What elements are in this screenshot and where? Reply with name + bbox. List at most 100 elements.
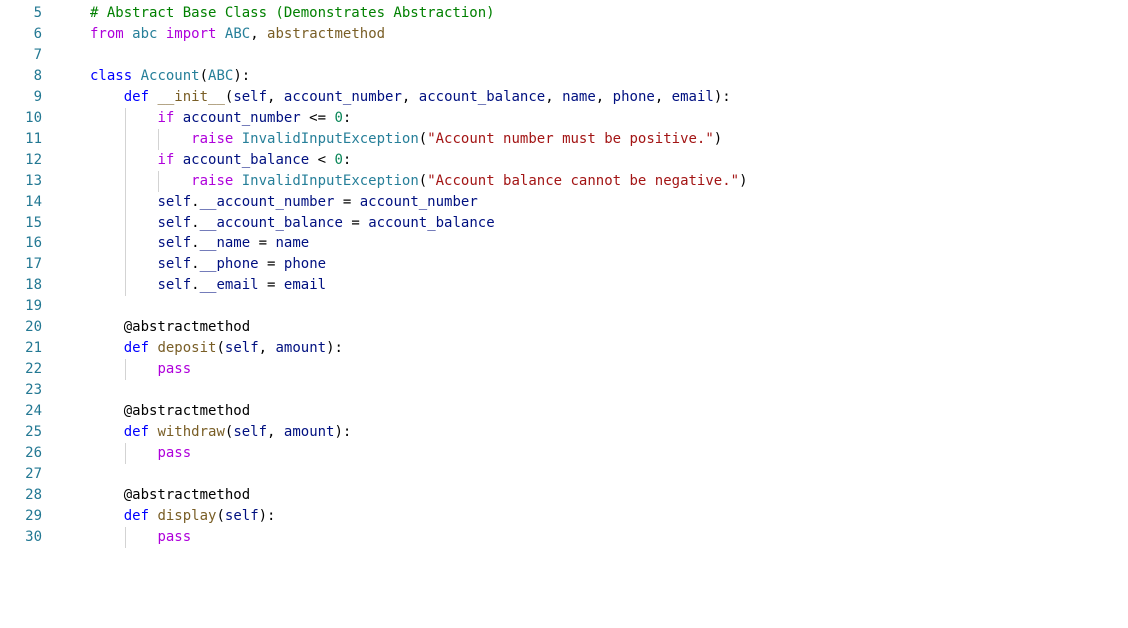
code-token-variable: __name — [199, 235, 251, 252]
line-number: 8 — [33, 67, 42, 84]
code-text: # Abstract Base Class (Demonstrates Abst… — [90, 3, 495, 24]
code-token-plain: ( — [418, 172, 428, 189]
code-token-variable: self — [233, 424, 268, 440]
line-number: 22 — [25, 361, 42, 378]
code-line[interactable]: 8 class Account(ABC): — [0, 66, 1128, 87]
code-text: def __init__(self, account_number, accou… — [90, 87, 731, 108]
code-line[interactable]: 5 # Abstract Base Class (Demonstrates Abs… — [0, 3, 1128, 24]
line-number: 14 — [25, 193, 42, 210]
code-token-variable: __phone — [199, 256, 259, 273]
code-token-decorator: @abstractmethod — [123, 403, 251, 420]
line-number: 9 — [33, 88, 42, 105]
code-token-class: Account — [140, 67, 200, 84]
code-line[interactable]: 25 def withdraw(self, amount): — [0, 422, 1128, 443]
code-token-plain: ): — [233, 67, 251, 84]
code-token-plain: ( — [216, 340, 225, 357]
code-token-plain: <= — [300, 109, 335, 126]
code-token-plain: ( — [418, 130, 428, 147]
code-line[interactable]: 27 — [0, 464, 1128, 485]
code-token-function: display — [157, 507, 217, 524]
code-line[interactable]: 24 @abstractmethod — [0, 401, 1128, 422]
code-token-plain: = — [342, 214, 369, 231]
code-text: if account_balance < 0: — [90, 150, 351, 171]
line-number: 7 — [33, 46, 42, 63]
code-line[interactable]: 21 def deposit(self, amount): — [0, 338, 1128, 359]
line-number: 25 — [25, 424, 42, 440]
code-line[interactable]: 22 pass — [0, 359, 1128, 380]
code-token-variable: email — [283, 277, 327, 294]
code-token-variable: account_number — [182, 109, 301, 126]
code-token-variable: self — [224, 507, 259, 524]
code-line[interactable]: 13 raise InvalidInputException("Account … — [0, 171, 1128, 192]
code-token-plain: , — [267, 88, 284, 105]
code-token-control: import — [165, 25, 217, 42]
code-line[interactable]: 29 def display(self): — [0, 506, 1128, 527]
code-text: self.__account_number = account_number — [90, 192, 477, 213]
code-text: @abstractmethod — [90, 485, 250, 506]
code-token-plain: . — [191, 193, 200, 210]
code-text: raise InvalidInputException("Account bal… — [90, 171, 747, 192]
code-token-variable: self — [157, 214, 192, 231]
line-number: 13 — [25, 172, 42, 189]
code-token-variable: account_balance — [418, 88, 546, 105]
code-token-plain: : — [342, 109, 352, 126]
indent-guide — [158, 128, 160, 150]
code-line[interactable]: 19 — [0, 296, 1128, 317]
code-line[interactable]: 30 pass — [0, 527, 1128, 548]
code-line[interactable]: 26 pass — [0, 443, 1128, 464]
code-token-variable: phone — [612, 88, 655, 105]
code-line[interactable]: 12 if account_balance < 0: — [0, 150, 1128, 171]
code-token-variable: name — [562, 88, 596, 105]
code-token-control: pass — [157, 361, 192, 378]
code-text: from abc import ABC, abstractmethod — [90, 24, 385, 45]
code-token-keyword: def — [123, 424, 150, 440]
code-token-variable: account_balance — [182, 151, 310, 168]
line-number: 10 — [25, 109, 42, 126]
code-text: pass — [90, 359, 191, 380]
code-token-plain: , — [258, 340, 276, 357]
line-number: 30 — [25, 528, 42, 545]
code-token-function: __init__ — [157, 88, 225, 105]
code-line[interactable]: 28 @abstractmethod — [0, 485, 1128, 506]
code-token-variable: amount — [283, 424, 335, 440]
code-editor[interactable]: 5 # Abstract Base Class (Demonstrates Abs… — [0, 0, 1128, 628]
code-line[interactable]: 16 self.__name = name — [0, 233, 1128, 254]
code-line[interactable]: 15 self.__account_balance = account_bala… — [0, 213, 1128, 234]
line-number: 29 — [25, 507, 42, 524]
indent-guide — [124, 526, 126, 548]
code-line[interactable]: 9 def __init__(self, account_number, acc… — [0, 87, 1128, 108]
code-line[interactable]: 7 — [0, 45, 1128, 66]
code-token-string: "Account balance cannot be negative." — [427, 172, 740, 189]
code-line[interactable]: 10 if account_number <= 0: — [0, 108, 1128, 129]
code-token-variable: account_number — [283, 88, 402, 105]
code-token-plain: . — [191, 277, 200, 294]
code-line[interactable]: 23 — [0, 380, 1128, 401]
code-token-plain: . — [191, 256, 200, 273]
indent-guide — [124, 359, 126, 381]
code-line[interactable]: 6 from abc import ABC, abstractmethod — [0, 24, 1128, 45]
code-line[interactable]: 17 self.__phone = phone — [0, 254, 1128, 275]
code-line[interactable]: 18 self.__email = email — [0, 275, 1128, 296]
code-token-plain: : — [342, 151, 352, 168]
code-line[interactable]: 14 self.__account_number = account_numbe… — [0, 192, 1128, 213]
code-token-plain: < — [309, 151, 335, 168]
code-line[interactable]: 11 raise InvalidInputException("Account … — [0, 129, 1128, 150]
line-number: 12 — [25, 151, 42, 168]
line-number: 28 — [25, 486, 42, 503]
code-token-class: InvalidInputException — [241, 130, 419, 147]
line-number: 23 — [25, 382, 42, 399]
code-token-plain: ) — [713, 130, 723, 147]
code-line[interactable]: 20 @abstractmethod — [0, 317, 1128, 338]
code-token-number: 0 — [334, 151, 343, 168]
code-token-plain: ): — [326, 340, 343, 357]
code-token-plain: = — [250, 235, 276, 252]
code-token-plain: ): — [713, 88, 731, 105]
